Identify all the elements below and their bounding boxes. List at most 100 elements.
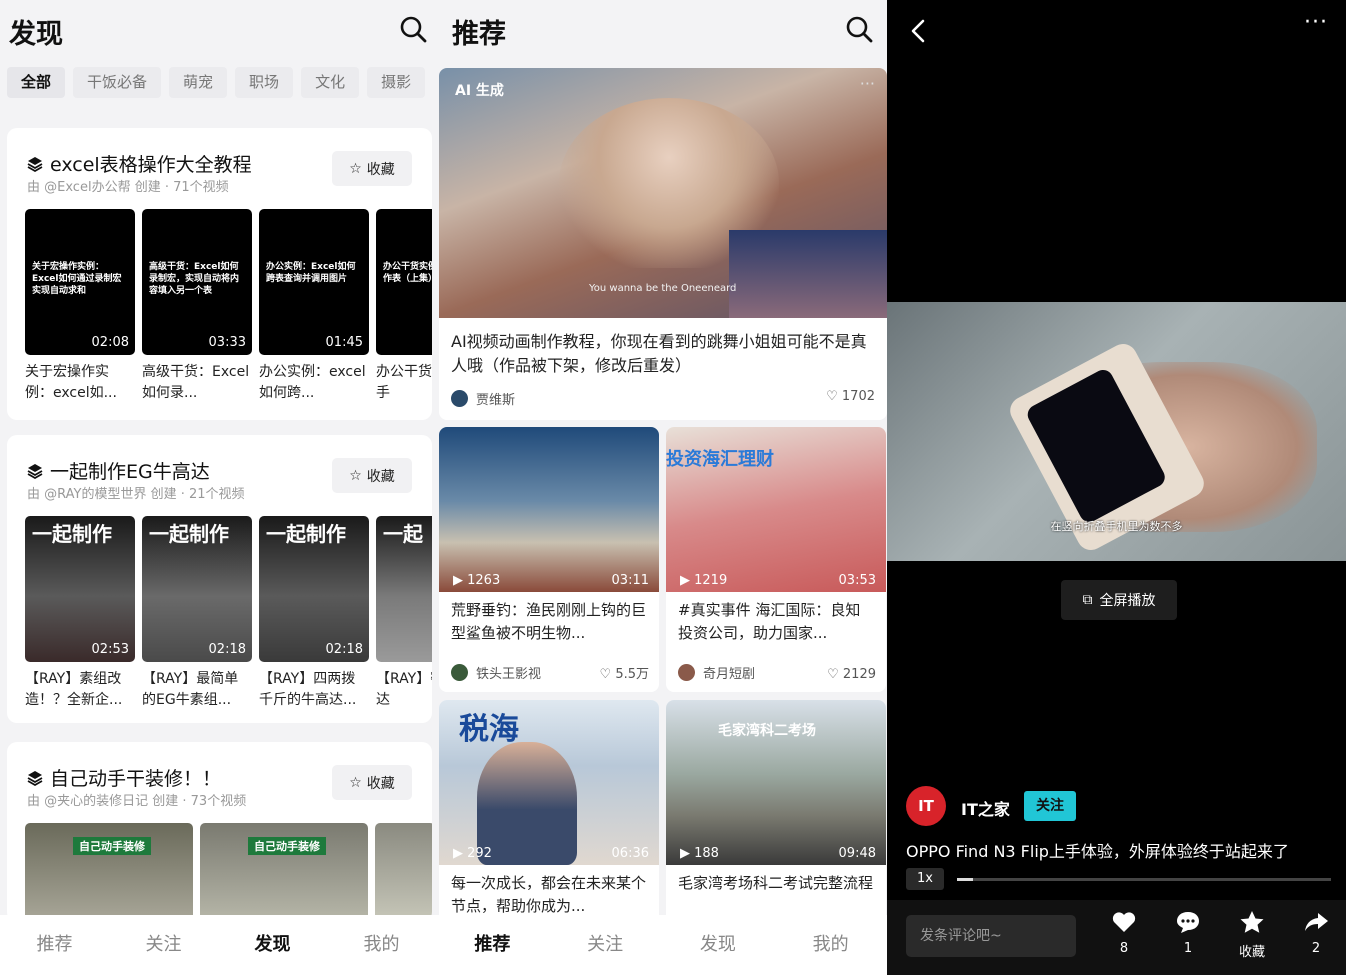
video-item[interactable]: 一起【RAY】密的高达	[376, 516, 432, 711]
collection-subtitle: 由 @RAY的模型世界 创建 · 21个视频	[27, 487, 245, 502]
heart-outline-icon[interactable]: ♡	[600, 667, 612, 682]
video-thumbnail: ▶ 1263 03:11	[439, 427, 659, 592]
nav-follow[interactable]: 关注	[549, 915, 662, 975]
nav-discover[interactable]: 发现	[662, 915, 775, 975]
favorite-button[interactable]: ☆ 收藏	[332, 458, 412, 493]
video-item[interactable]: 一起制作 02:18 【RAY】最简单的EG牛素组...	[142, 516, 252, 711]
progress-fill	[957, 878, 973, 881]
nav-mine[interactable]: 我的	[327, 915, 436, 975]
comment-input[interactable]: 发条评论吧~	[906, 915, 1076, 957]
chip-pets[interactable]: 萌宠	[169, 67, 228, 98]
like-count: 2129	[842, 667, 876, 682]
more-icon[interactable]: ···	[1304, 10, 1328, 35]
video-caption: 高级干货：Excel如何录...	[142, 364, 250, 401]
video-item[interactable]: 一起制作 02:18 【RAY】四两拨千斤的牛高达...	[259, 516, 369, 711]
thumbnail-overlay-text: 投资海汇理财	[666, 449, 774, 470]
video-subtitle: You wanna be the Oneeneard	[589, 283, 737, 294]
star-outline-icon: ☆	[349, 160, 362, 177]
bottom-nav: 推荐 关注 发现 我的	[436, 915, 887, 975]
comment-action[interactable]: 1	[1173, 910, 1203, 956]
video-subtitle: 在竖向折叠手机里为数不多	[1050, 520, 1183, 533]
chip-all[interactable]: 全部	[7, 67, 66, 98]
video-item[interactable]: 关于宏操作实例：Excel如何通过录制宏实现自动求和 02:08 关于宏操作实例：e…	[25, 209, 135, 404]
collection-title: excel表格操作大全教程	[50, 154, 252, 176]
search-icon[interactable]	[844, 14, 874, 44]
video-thumbnail[interactable]: 自己动手装修	[25, 823, 193, 922]
heart-outline-icon[interactable]: ♡	[826, 389, 838, 404]
video-thumbnail: 一起制作 02:18	[259, 516, 369, 662]
progress-bar[interactable]	[957, 878, 1331, 881]
video-row: 一起制作 02:53 【RAY】素组改造！？全新企... 一起制作 02:18 【RAY…	[25, 516, 432, 711]
page-title: 推荐	[452, 19, 506, 50]
nav-discover[interactable]: 发现	[218, 915, 327, 975]
video-caption: 【RAY】最简单的EG牛素组...	[142, 671, 239, 708]
video-thumbnail: 高级干货：Excel如何录制宏，实现自动将内容填入另一个表 03:33	[142, 209, 252, 355]
video-tile[interactable]: 税海 ▶ 292 06:36 每一次成长，都会在未来某个节点，帮助你成为...	[439, 700, 659, 930]
video-caption: 【RAY】密的高达	[376, 671, 432, 708]
author-name: 铁头王影视	[476, 667, 542, 682]
heart-outline-icon[interactable]: ♡	[827, 667, 839, 682]
nav-mine[interactable]: 我的	[774, 915, 887, 975]
follow-button[interactable]: 关注	[1024, 791, 1076, 821]
favorite-button[interactable]: ☆ 收藏	[332, 765, 412, 800]
video-row: 自己动手装修 自己动手装修	[25, 823, 432, 922]
duration: 06:36	[611, 846, 649, 861]
featured-video-card[interactable]: AI 生成 ··· You wanna be the Oneeneard AI视…	[439, 68, 887, 420]
collection-card[interactable]: 自己动手干装修！！ 由 @夹心的装修日记 创建 · 73个视频 ☆ 收藏 自己动手…	[7, 742, 432, 922]
video-thumbnail: 一起制作 02:53	[25, 516, 135, 662]
channel-name[interactable]: IT之家	[961, 796, 1010, 820]
collection-card[interactable]: 一起制作EG牛高达 由 @RAY的模型世界 创建 · 21个视频 ☆ 收藏 一起制…	[7, 435, 432, 723]
nav-recommend[interactable]: 推荐	[436, 915, 549, 975]
view-count: 188	[694, 846, 719, 861]
video-item[interactable]: 办公干货实例手学会制作表（上集） 办公干货快速上手	[376, 209, 432, 404]
thumbnail-overlay-text: 毛家湾科二考场	[718, 723, 816, 739]
chip-photo[interactable]: 摄影	[367, 67, 426, 98]
chip-food[interactable]: 干饭必备	[73, 67, 162, 98]
video-item[interactable]: 办公实例：Excel如何跨表查询并调用图片 01:45 办公实例：excel如何跨.…	[259, 209, 369, 404]
nav-follow[interactable]: 关注	[109, 915, 218, 975]
video-item[interactable]: 高级干货：Excel如何录制宏，实现自动将内容填入另一个表 03:33 高级干货：E…	[142, 209, 252, 404]
chip-culture[interactable]: 文化	[301, 67, 360, 98]
recommend-header: 推荐	[436, 0, 887, 60]
favorite-action[interactable]: 收藏	[1232, 910, 1272, 960]
video-tile[interactable]: 毛家湾科二考场 ▶ 188 09:48 毛家湾考场科二考试完整流程	[666, 700, 886, 930]
like-count: 5.5万	[615, 667, 649, 682]
bottom-nav: 推荐 关注 发现 我的	[0, 915, 436, 975]
layers-icon	[27, 463, 43, 479]
video-tile[interactable]: ▶ 1263 03:11 荒野垂钓：渔民刚刚上钩的巨型鲨鱼被不明生物... 铁头…	[439, 427, 659, 692]
nav-recommend[interactable]: 推荐	[0, 915, 109, 975]
more-icon[interactable]: ···	[860, 74, 875, 93]
channel-logo[interactable]: IT	[906, 786, 946, 826]
tile-title: 毛家湾考场科二考试完整流程	[678, 874, 874, 892]
search-icon[interactable]	[398, 14, 428, 44]
star-outline-icon: ☆	[349, 774, 362, 791]
video-thumbnail[interactable]	[375, 823, 432, 922]
back-arrow-icon[interactable]	[907, 18, 931, 44]
tile-title: 每一次成长，都会在未来某个节点，帮助你成为...	[451, 874, 647, 915]
fullscreen-button[interactable]: ⧉ 全屏播放	[1061, 580, 1177, 620]
layers-icon	[27, 156, 43, 172]
favorite-button[interactable]: ☆ 收藏	[332, 151, 412, 186]
heart-icon	[1112, 912, 1136, 932]
video-caption: 关于宏操作实例：excel如...	[25, 364, 117, 401]
discover-header: 发现	[0, 0, 436, 60]
collection-card[interactable]: excel表格操作大全教程 由 @Excel办公帮 创建 · 71个视频 ☆ 收藏…	[7, 128, 432, 420]
video-thumbnail[interactable]: 自己动手装修	[200, 823, 368, 922]
play-count-icon: ▶	[453, 573, 463, 588]
video-thumbnail: 办公干货实例手学会制作表（上集）	[376, 209, 432, 355]
video-row: 关于宏操作实例：Excel如何通过录制宏实现自动求和 02:08 关于宏操作实例：e…	[25, 209, 432, 404]
speed-button[interactable]: 1x	[906, 868, 944, 890]
video-frame[interactable]: 在竖向折叠手机里为数不多	[887, 302, 1346, 561]
video-tile[interactable]: 投资海汇理财 ▶ 1219 03:53 #真实事件 海汇国际：良知投资公司，助力…	[666, 427, 886, 692]
video-caption: 办公实例：excel如何跨...	[259, 364, 366, 401]
like-action[interactable]: 8	[1109, 910, 1139, 956]
rotate-screen-icon: ⧉	[1082, 592, 1093, 608]
video-caption: 办公干货快速上手	[376, 364, 432, 401]
share-action[interactable]: 2	[1301, 910, 1331, 956]
tile-title: #真实事件 海汇国际：良知投资公司，助力国家...	[678, 601, 861, 642]
collection-title: 自己动手干装修！！	[50, 768, 222, 790]
video-item[interactable]: 一起制作 02:53 【RAY】素组改造！？全新企...	[25, 516, 135, 711]
discover-panel: 发现 全部 干饭必备 萌宠 职场 文化 摄影 excel表格操作大全教程 由 @…	[0, 0, 436, 975]
chip-work[interactable]: 职场	[235, 67, 294, 98]
featured-thumbnail: AI 生成 ··· You wanna be the Oneeneard	[439, 68, 887, 318]
